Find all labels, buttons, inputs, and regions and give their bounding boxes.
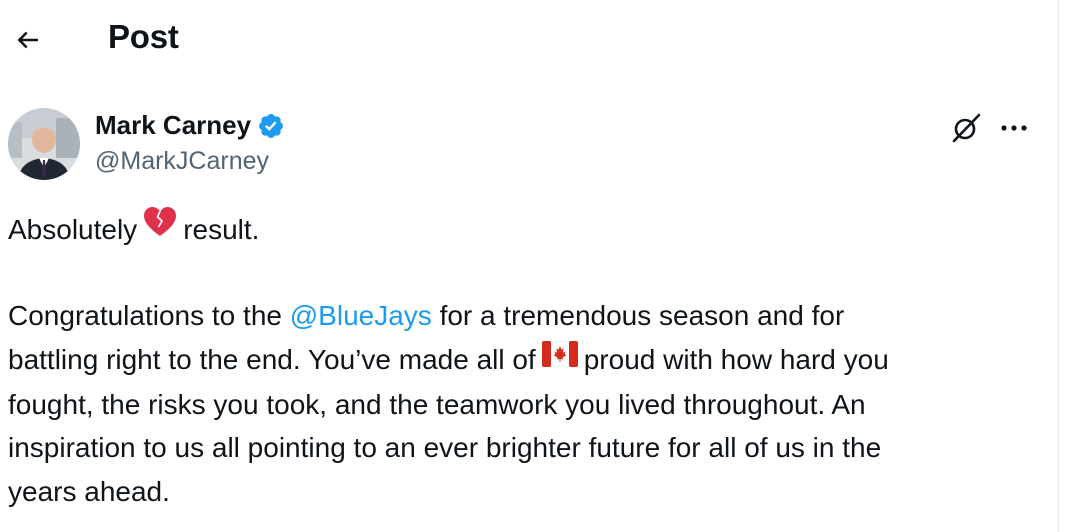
avatar[interactable] [8, 108, 80, 180]
verified-badge-icon [259, 113, 284, 138]
canada-flag-icon [541, 336, 579, 380]
text-segment: result. [183, 214, 260, 245]
back-button[interactable] [8, 20, 48, 60]
post-text-paragraph: Congratulations to the @BlueJays for a t… [8, 294, 889, 513]
text-line: Congratulations to the @BlueJays for a t… [8, 294, 889, 338]
avatar-photo [8, 108, 80, 180]
text-segment: Absolutely [8, 214, 138, 245]
broken-heart-icon [143, 206, 177, 251]
column-divider [1058, 0, 1059, 532]
post-text-line1: Absolutely result. [8, 206, 260, 254]
author-name[interactable]: Mark Carney [95, 110, 285, 141]
text-segment: for a tremendous season and for [431, 300, 845, 331]
grok-button[interactable] [946, 108, 986, 148]
author-handle[interactable]: @MarkJCarney [95, 147, 269, 176]
text-segment: battling right to the end. You’ve made a… [8, 343, 536, 375]
text-line: fought, the risks you took, and the team… [8, 388, 866, 420]
more-horizontal-icon [1001, 125, 1027, 131]
more-button[interactable] [996, 108, 1032, 148]
text-segment: proud with how hard you [583, 343, 889, 375]
grok-icon [952, 113, 981, 143]
author-name-text: Mark Carney [95, 110, 252, 140]
page-title: Post [108, 18, 179, 55]
arrow-left-icon [17, 31, 38, 49]
text-line: years ahead. [8, 475, 170, 507]
text-line: battling right to the end. You’ve made a… [8, 338, 889, 383]
text-line: inspiration to us all pointing to an eve… [8, 432, 882, 464]
text-segment: Congratulations to the [8, 300, 290, 331]
post-page: Post Mark Carney @MarkJCarney Absolutely… [0, 0, 1070, 532]
mention-link[interactable]: @BlueJays [290, 300, 432, 331]
